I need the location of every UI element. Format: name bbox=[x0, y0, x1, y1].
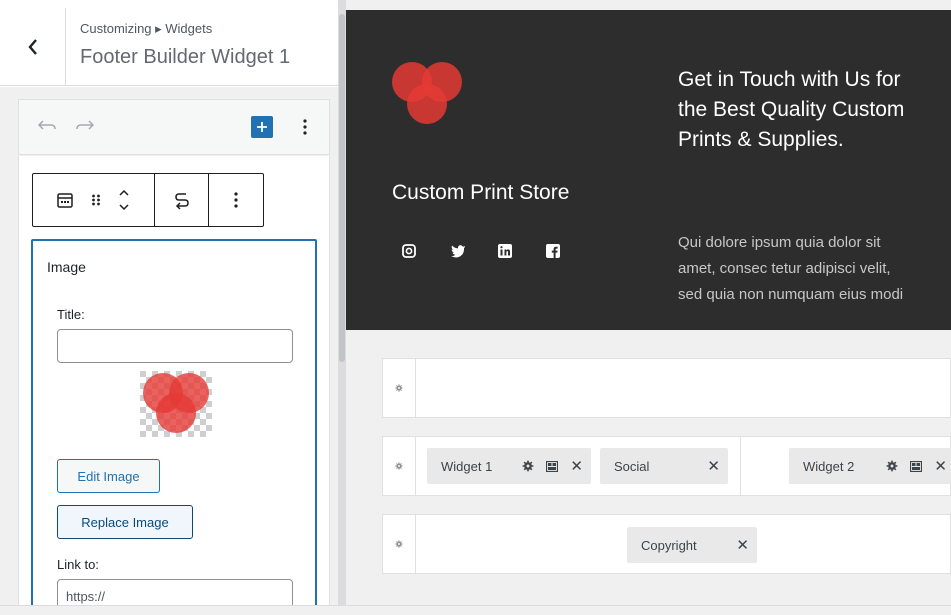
editor-toolbar bbox=[18, 99, 330, 155]
add-block-button[interactable] bbox=[251, 116, 273, 138]
move-up-down-button[interactable] bbox=[117, 187, 131, 213]
plus-icon bbox=[257, 122, 267, 132]
instagram-icon bbox=[402, 244, 416, 258]
edit-image-button[interactable]: Edit Image bbox=[57, 459, 160, 493]
widget-chip-copyright[interactable]: Copyright ✕ bbox=[627, 527, 757, 563]
chip-label: Social bbox=[614, 458, 650, 474]
panel-title: Footer Builder Widget 1 bbox=[80, 46, 291, 68]
row-settings-button[interactable] bbox=[383, 437, 416, 495]
undo-icon bbox=[37, 120, 56, 130]
chip-label: Widget 1 bbox=[441, 458, 493, 474]
block-toolbar bbox=[32, 173, 264, 227]
back-button[interactable] bbox=[0, 8, 66, 86]
layout-icon bbox=[910, 460, 923, 472]
block-options-button[interactable] bbox=[234, 192, 238, 208]
instagram-link[interactable] bbox=[402, 242, 450, 260]
linkedin-link[interactable] bbox=[498, 242, 546, 260]
column-separator bbox=[740, 437, 741, 495]
chip-actions: ✕ bbox=[886, 448, 947, 484]
chip-settings-button[interactable] bbox=[522, 460, 534, 472]
chip-actions: ✕ bbox=[736, 527, 749, 563]
widget-heading: Image bbox=[47, 259, 86, 275]
footer-preview: Custom Print Store Get in Touch with Us … bbox=[346, 10, 951, 330]
chip-remove-button[interactable]: ✕ bbox=[570, 457, 583, 475]
breadcrumb: Customizing ▸ Widgets bbox=[80, 21, 213, 36]
gear-icon bbox=[523, 460, 534, 472]
contact-text: Qui dolore ipsum quia dolor sit amet, co… bbox=[678, 234, 904, 303]
twitter-icon bbox=[451, 245, 465, 258]
store-logo[interactable] bbox=[390, 60, 466, 126]
twitter-link[interactable] bbox=[450, 242, 498, 260]
panel-scroll-thumb[interactable] bbox=[339, 14, 345, 362]
chip-layout-button[interactable] bbox=[546, 460, 559, 472]
widget-chip-social[interactable]: Social ✕ bbox=[600, 448, 728, 484]
bottom-bar bbox=[0, 605, 951, 615]
facebook-icon bbox=[546, 244, 560, 258]
row-settings-button[interactable] bbox=[383, 515, 416, 573]
footer-builder: Widget 1 ✕ Social ✕ Widget 2 ✕ Copyright… bbox=[346, 330, 951, 615]
linkedin-icon bbox=[498, 244, 512, 258]
chip-remove-button[interactable]: ✕ bbox=[736, 536, 749, 554]
gear-icon bbox=[395, 384, 403, 392]
chip-label: Copyright bbox=[641, 537, 697, 553]
widget-chip-widget-1[interactable]: Widget 1 ✕ bbox=[427, 448, 591, 484]
redo-icon bbox=[76, 120, 95, 130]
builder-row-bottom[interactable]: Copyright ✕ bbox=[382, 514, 951, 574]
chip-remove-button[interactable]: ✕ bbox=[934, 457, 947, 475]
drag-handle[interactable] bbox=[91, 192, 101, 208]
title-input[interactable] bbox=[57, 329, 293, 363]
facebook-link[interactable] bbox=[546, 242, 594, 260]
panel-header: Customizing ▸ Widgets Footer Builder Wid… bbox=[0, 0, 338, 86]
chip-label: Widget 2 bbox=[803, 458, 855, 474]
replace-image-button[interactable]: Replace Image bbox=[57, 505, 193, 539]
block-toolbar-group-main bbox=[33, 174, 155, 226]
builder-row-main[interactable]: Widget 1 ✕ Social ✕ Widget 2 ✕ bbox=[382, 436, 951, 496]
chip-actions: ✕ bbox=[707, 448, 720, 484]
undo-button[interactable] bbox=[37, 118, 57, 139]
gear-icon bbox=[395, 462, 403, 470]
drag-handle-icon bbox=[91, 194, 100, 206]
chip-actions: ✕ bbox=[522, 448, 583, 484]
chevron-left-icon bbox=[27, 39, 37, 55]
block-toolbar-group-transform bbox=[155, 174, 209, 226]
more-vertical-icon bbox=[234, 192, 238, 208]
calendar-icon bbox=[57, 193, 73, 208]
block-type-button[interactable] bbox=[56, 191, 74, 209]
widget-chip-widget-2[interactable]: Widget 2 ✕ bbox=[789, 448, 951, 484]
gear-icon bbox=[395, 540, 403, 548]
chip-settings-button[interactable] bbox=[886, 460, 898, 472]
title-label: Title: bbox=[57, 307, 85, 322]
image-preview bbox=[140, 371, 212, 437]
move-up-down-icon bbox=[119, 189, 129, 211]
layout-icon bbox=[546, 460, 559, 472]
social-icons bbox=[402, 242, 594, 260]
builder-row-top[interactable] bbox=[382, 358, 951, 418]
transform-icon bbox=[174, 193, 189, 210]
contact-heading: Get in Touch with Us for the Best Qualit… bbox=[678, 68, 905, 151]
gear-icon bbox=[887, 460, 898, 472]
transform-button[interactable] bbox=[174, 190, 190, 210]
link-label: Link to: bbox=[57, 557, 99, 572]
chip-layout-button[interactable] bbox=[910, 460, 923, 472]
store-name: Custom Print Store bbox=[392, 181, 570, 204]
image-widget-block[interactable]: Image Title: Edit Image Replace Image Li… bbox=[31, 239, 317, 615]
block-toolbar-group-more bbox=[209, 174, 263, 226]
redo-button[interactable] bbox=[75, 118, 95, 139]
more-vertical-icon bbox=[303, 119, 307, 135]
options-button[interactable] bbox=[295, 114, 315, 140]
chip-remove-button[interactable]: ✕ bbox=[707, 457, 720, 475]
row-settings-button[interactable] bbox=[383, 359, 416, 417]
